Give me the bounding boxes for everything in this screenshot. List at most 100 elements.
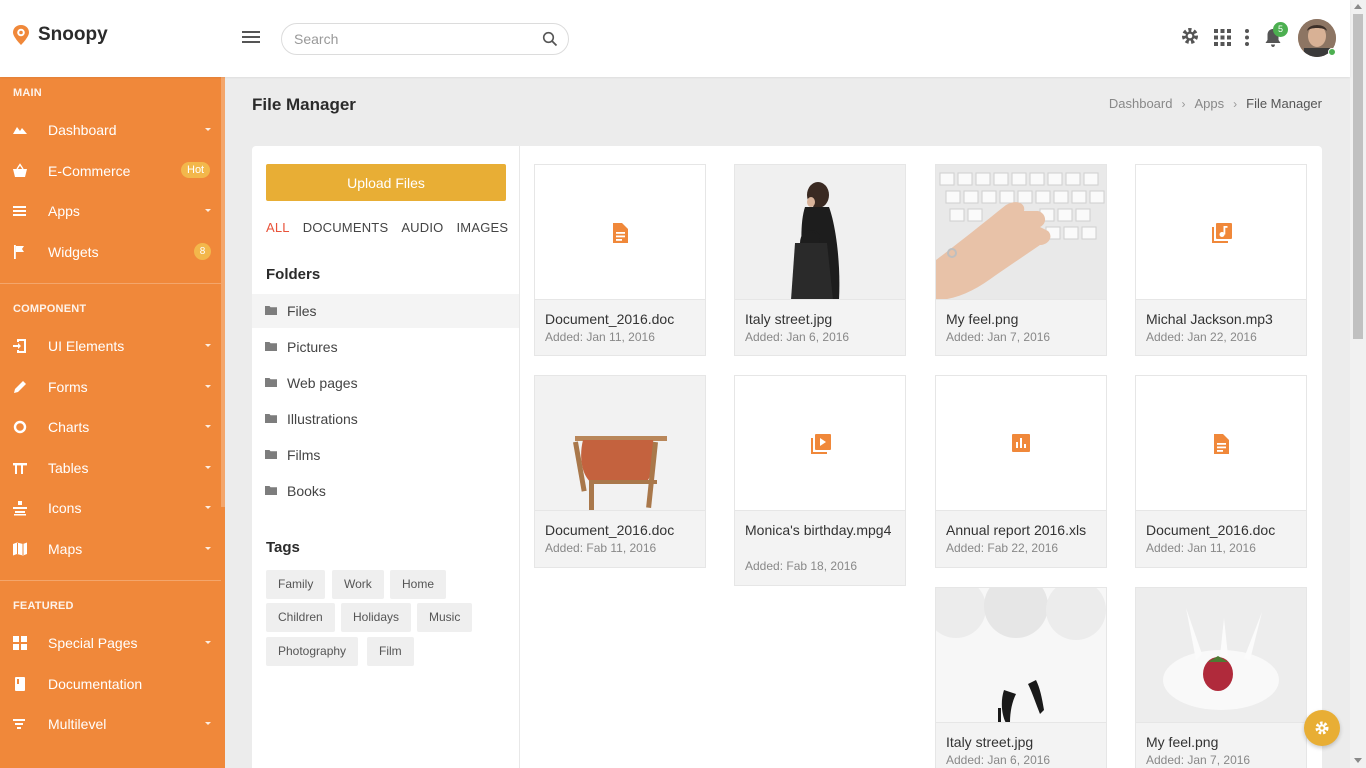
- menu-toggle-icon[interactable]: [242, 31, 260, 46]
- more-vertical-icon[interactable]: [1244, 29, 1250, 46]
- sidebar-item-special-pages[interactable]: Special Pages: [0, 626, 220, 660]
- logo-icon: [13, 25, 29, 45]
- search-input[interactable]: [294, 31, 534, 47]
- breadcrumb-link-apps[interactable]: Apps: [1194, 96, 1224, 111]
- sidebar-item-ecommerce[interactable]: E-Commerce Hot: [0, 154, 220, 188]
- file-card[interactable]: Document_2016.doc Added: Fab 11, 2016: [534, 375, 706, 568]
- sidebar-item-maps[interactable]: Maps: [0, 532, 220, 566]
- brand[interactable]: Snoopy: [12, 24, 108, 46]
- cloud-icon: [13, 127, 27, 134]
- sidebar-item-icons[interactable]: Icons: [0, 491, 220, 525]
- file-date: Added: Jan 11, 2016: [1146, 541, 1256, 555]
- sidebar-item-widgets[interactable]: Widgets 8: [0, 235, 220, 269]
- file-name: Italy street.jpg: [745, 311, 833, 327]
- folder-films[interactable]: Films: [252, 438, 519, 472]
- file-card[interactable]: Document_2016.doc Added: Jan 11, 2016: [1135, 375, 1307, 568]
- page-scrollbar[interactable]: [1350, 0, 1366, 768]
- file-card[interactable]: My feel.png Added: Jan 7, 2016: [935, 164, 1107, 356]
- sidebar-item-forms[interactable]: Forms: [0, 370, 220, 404]
- sidebar-item-label: Widgets: [48, 244, 99, 260]
- folder-books[interactable]: Books: [252, 474, 519, 508]
- filter-images[interactable]: IMAGES: [456, 220, 508, 235]
- scroll-up-icon[interactable]: [1354, 4, 1362, 9]
- file-date: Added: Jan 6, 2016: [745, 330, 850, 344]
- image-heels-balloons: [936, 588, 1106, 722]
- folder-label: Films: [287, 447, 321, 463]
- settings-icon[interactable]: [1180, 26, 1200, 46]
- sidebar-scrollbar[interactable]: [221, 77, 225, 507]
- sidebar-item-label: Forms: [48, 379, 88, 395]
- sidebar-item-apps[interactable]: Apps: [0, 194, 220, 228]
- login-icon: [13, 339, 26, 353]
- top-header: Snoopy 5: [0, 0, 1350, 77]
- book-icon: [15, 677, 25, 691]
- file-thumbnail: [1136, 588, 1306, 723]
- filter-documents[interactable]: DOCUMENTS: [303, 220, 389, 235]
- file-card[interactable]: Italy street.jpg Added: Jan 6, 2016: [734, 164, 906, 356]
- folder-files[interactable]: Files: [252, 294, 519, 328]
- breadcrumb-link-dashboard[interactable]: Dashboard: [1109, 96, 1173, 111]
- sidebar-item-dashboard[interactable]: Dashboard: [0, 113, 220, 147]
- document-icon: [613, 223, 628, 243]
- filter-icon: [13, 719, 25, 729]
- scroll-down-icon[interactable]: [1354, 758, 1362, 763]
- folder-label: Web pages: [287, 375, 358, 391]
- tag-music[interactable]: Music: [417, 603, 473, 632]
- folder-icon: [265, 486, 277, 495]
- donut-icon: [13, 420, 27, 434]
- chevron-down-icon: [205, 506, 211, 509]
- search-box[interactable]: [281, 23, 569, 55]
- file-thumbnail: [936, 376, 1106, 511]
- file-name: Monica's birthday.mpg4: [745, 522, 892, 538]
- breadcrumb-separator-icon: ›: [1181, 96, 1186, 111]
- flag-icon: [14, 245, 24, 259]
- tag-photography[interactable]: Photography: [266, 637, 359, 666]
- folder-pictures[interactable]: Pictures: [252, 330, 519, 364]
- file-card[interactable]: Document_2016.doc Added: Jan 11, 2016: [534, 164, 706, 356]
- image-woman-bag: [735, 165, 905, 299]
- scrollbar-thumb[interactable]: [1353, 14, 1363, 339]
- tag-work[interactable]: Work: [332, 570, 384, 599]
- folder-web-pages[interactable]: Web pages: [252, 366, 519, 400]
- sidebar-divider: [0, 580, 221, 581]
- file-card[interactable]: Italy street.jpg Added: Jan 6, 2016: [935, 587, 1107, 768]
- file-thumbnail: [735, 376, 905, 511]
- tag-film[interactable]: Film: [367, 637, 414, 666]
- file-card[interactable]: Monica's birthday.mpg4 Added: Fab 18, 20…: [734, 375, 906, 586]
- chart-icon: [1012, 434, 1030, 452]
- search-icon[interactable]: [542, 31, 558, 47]
- file-thumbnail: [735, 165, 905, 300]
- audio-library-icon: [1212, 223, 1232, 243]
- file-card[interactable]: Michal Jackson.mp3 Added: Jan 22, 2016: [1135, 164, 1307, 356]
- customizer-button[interactable]: [1304, 710, 1340, 746]
- filter-audio[interactable]: AUDIO: [401, 220, 443, 235]
- sidebar-item-label: Icons: [48, 500, 82, 516]
- folder-icon: [265, 306, 277, 315]
- table-icon: [13, 463, 27, 474]
- sidebar-item-multilevel[interactable]: Multilevel: [0, 707, 220, 741]
- tag-holidays[interactable]: Holidays: [341, 603, 412, 632]
- sidebar-item-documentation[interactable]: Documentation: [0, 667, 220, 701]
- apps-grid-icon[interactable]: [1214, 29, 1231, 46]
- tag-home[interactable]: Home: [390, 570, 447, 599]
- image-keyboard-hand: [936, 165, 1106, 299]
- file-card[interactable]: My feel.png Added: Jan 7, 2016: [1135, 587, 1307, 768]
- chevron-down-icon: [205, 547, 211, 550]
- basket-icon: [13, 163, 27, 177]
- file-date: Added: Jan 22, 2016: [1146, 330, 1257, 344]
- file-name: Annual report 2016.xls: [946, 522, 1087, 538]
- tag-family[interactable]: Family: [266, 570, 326, 599]
- chevron-down-icon: [205, 128, 211, 131]
- folder-illustrations[interactable]: Illustrations: [252, 402, 519, 436]
- gear-icon: [1315, 721, 1329, 735]
- sidebar-item-charts[interactable]: Charts: [0, 410, 220, 444]
- filter-all[interactable]: ALL: [266, 220, 290, 235]
- folder-icon: [265, 450, 277, 459]
- folders-heading: Folders: [266, 266, 321, 283]
- sidebar-item-ui-elements[interactable]: UI Elements: [0, 329, 220, 363]
- upload-files-button[interactable]: Upload Files: [266, 164, 506, 201]
- tag-children[interactable]: Children: [266, 603, 335, 632]
- file-date: Added: Jan 7, 2016: [946, 330, 1051, 344]
- sidebar-item-tables[interactable]: Tables: [0, 451, 220, 485]
- file-card[interactable]: Annual report 2016.xls Added: Fab 22, 20…: [935, 375, 1107, 568]
